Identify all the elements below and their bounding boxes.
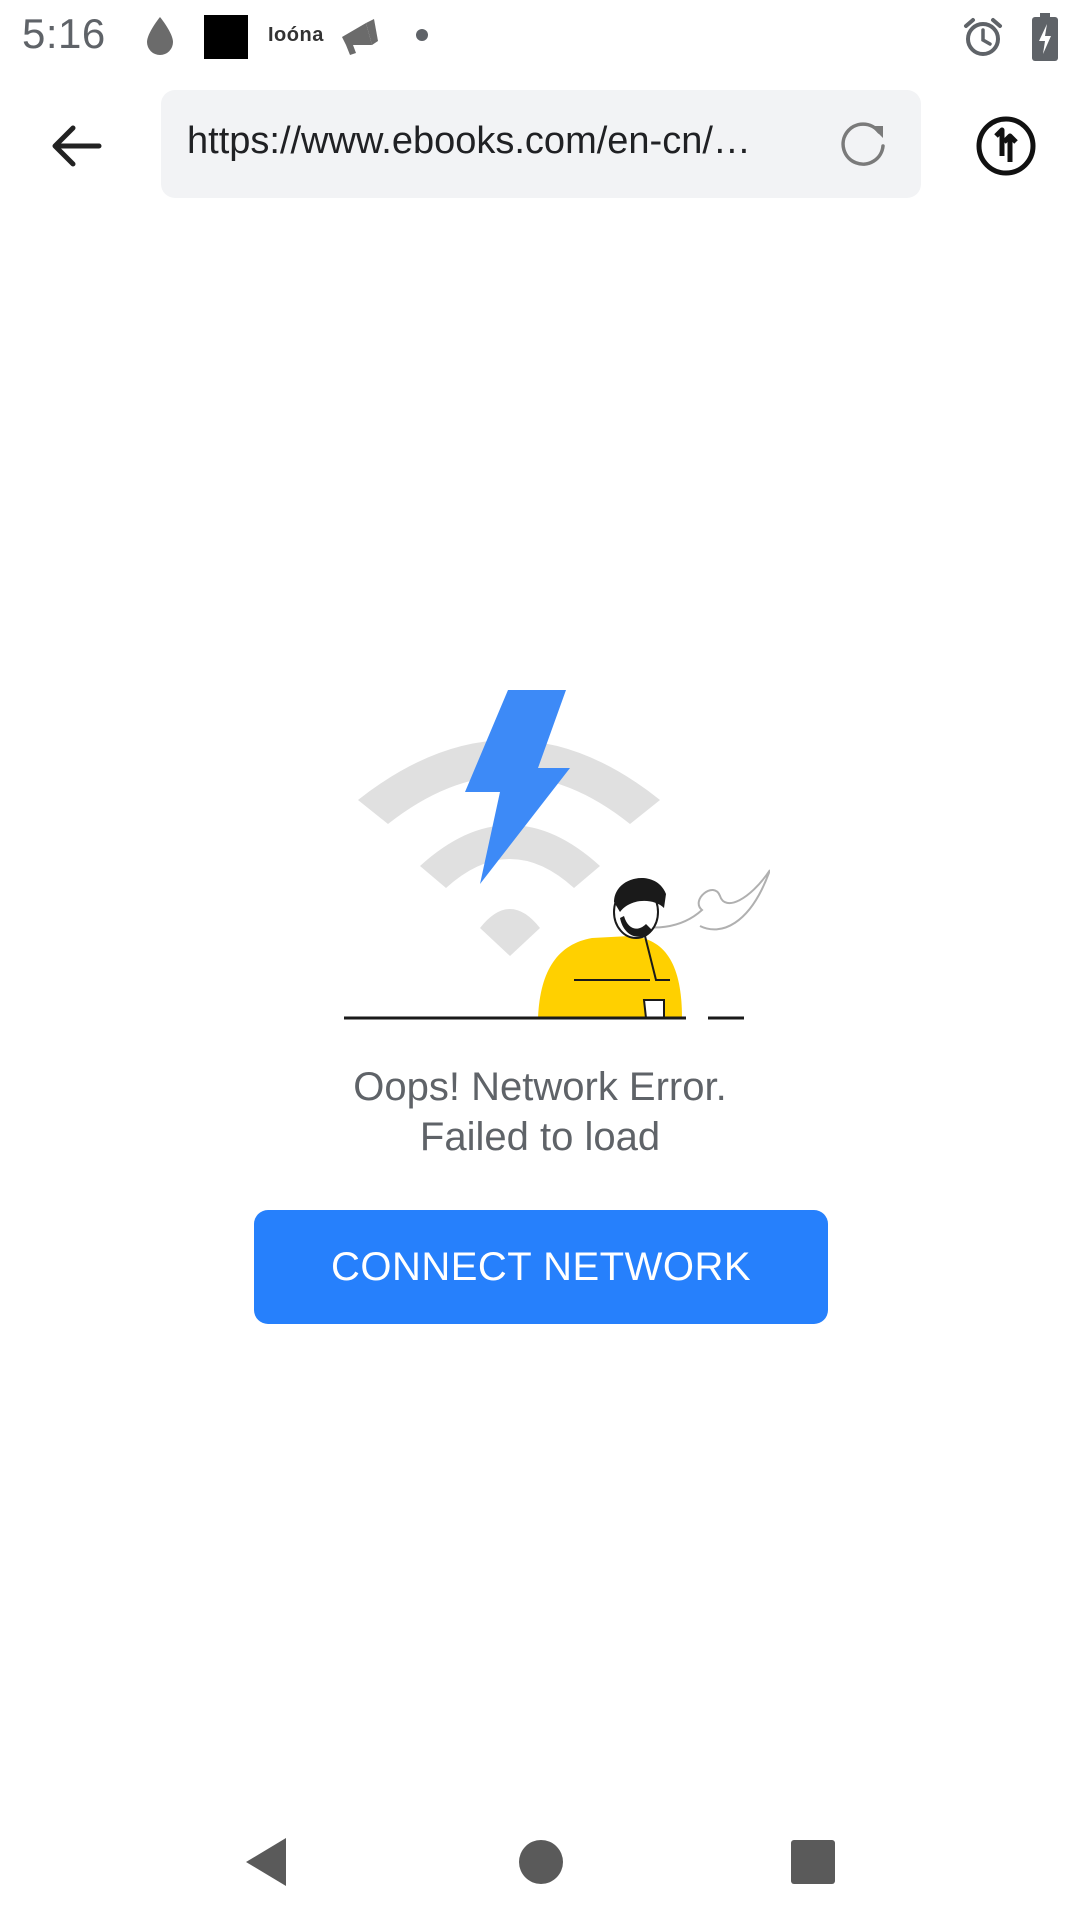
url-text[interactable]: https://www.ebooks.com/en-cn/… [187,120,787,163]
nav-home-button[interactable] [501,1822,581,1902]
status-time: 5:16 [22,10,106,57]
water-drop-icon [140,14,180,58]
circle-extension-icon [976,116,1036,176]
network-error-illustration [330,680,771,1030]
extension-button[interactable] [966,106,1046,186]
browser-toolbar: https://www.ebooks.com/en-cn/… [0,88,1080,200]
back-button[interactable] [36,106,116,186]
screen: 5:16 Ioóna https://www.ebooks.com/en-cn/… [0,0,1080,1920]
dot-icon [415,28,429,42]
error-message: Oops! Network Error. Failed to load [0,1062,1080,1162]
system-nav-bar [0,1800,1080,1920]
circle-home-icon [519,1840,563,1884]
triangle-back-icon [246,1838,286,1886]
error-line-2: Failed to load [419,1115,661,1159]
reload-button[interactable] [831,112,895,176]
black-square-icon [203,14,249,60]
alarm-icon [960,14,1006,60]
battery-charging-icon [1030,12,1060,62]
connect-network-button[interactable]: CONNECT NETWORK [254,1210,828,1324]
url-bar[interactable]: https://www.ebooks.com/en-cn/… [161,90,921,198]
status-bar: 5:16 Ioóna [0,0,1080,72]
arrow-left-icon [52,125,102,167]
nav-recents-button[interactable] [773,1822,853,1902]
nav-back-button[interactable] [226,1822,306,1902]
square-recents-icon [791,1840,835,1884]
error-line-1: Oops! Network Error. [353,1065,727,1109]
status-app-label: Ioóna [268,24,324,46]
megaphone-icon [334,14,384,60]
reload-icon [841,122,885,166]
